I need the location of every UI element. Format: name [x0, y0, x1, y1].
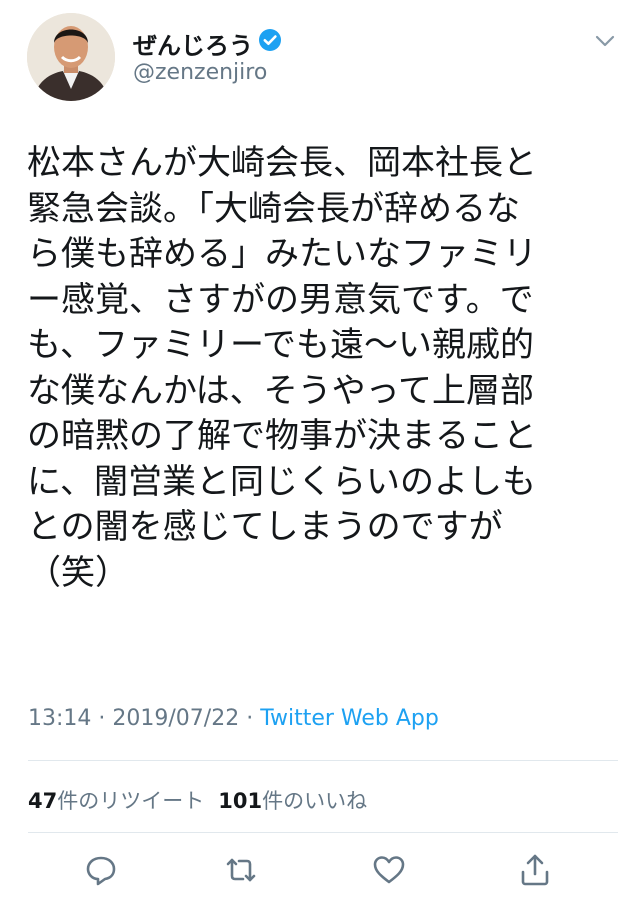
verified-badge-icon [259, 29, 281, 51]
like-count: 101 [218, 789, 263, 813]
author-name[interactable]: ぜんじろう [133, 26, 253, 61]
tweet-text-line: 緊急会談。「大崎会長が辞めるな [27, 188, 520, 229]
avatar-image [27, 13, 115, 101]
tweet-text-line: 松本さんが大崎会長、岡本社長と [27, 143, 537, 183]
tweet-text-line: に、闇営業と同じくらいのよしも [27, 461, 536, 502]
tweet-text-line: （笑） [27, 552, 129, 593]
tweet-text: 松本さんが大崎会長、岡本社長と 緊急会談。「大崎会長が辞めるな ら僕も辞める」みたい… [27, 141, 607, 596]
retweet-count: 47 [28, 789, 58, 813]
author-handle[interactable]: @zenzenjiro [133, 60, 267, 85]
reply-icon [86, 856, 116, 886]
retweets-stat[interactable]: 47件のリツイート [28, 789, 204, 813]
share-icon [521, 854, 549, 886]
like-label: 件のいいね [262, 789, 368, 813]
tweet-date[interactable]: 2019/07/22 [112, 706, 239, 731]
avatar[interactable] [27, 13, 115, 101]
retweet-label: 件のリツイート [57, 789, 205, 813]
retweet-icon [226, 858, 256, 882]
divider [28, 760, 618, 761]
meta-separator: · [91, 706, 113, 731]
tweet-text-line: の暗黙の了解で物事が決まること [27, 416, 537, 456]
tweet-time[interactable]: 13:14 [28, 706, 91, 731]
tweet-text-line: な僕なんかは、そうやって上層部 [27, 370, 534, 411]
reply-button[interactable] [83, 852, 119, 888]
engagement-stats: 47件のリツイート 101件のいいね [28, 785, 367, 815]
like-icon [373, 856, 405, 884]
meta-separator: · [239, 706, 261, 731]
tweet-text-line: も、ファミリーでも遠〜い親戚的 [27, 325, 534, 365]
tweet-text-line: との闇を感じてしまうのですが [27, 507, 503, 547]
chevron-down-icon[interactable] [594, 34, 616, 48]
like-button[interactable] [371, 852, 407, 888]
source-app-link[interactable]: Twitter Web App [260, 706, 439, 731]
likes-stat[interactable]: 101件のいいね [218, 789, 367, 813]
tweet-meta: 13:14 · 2019/07/22 · Twitter Web App [28, 706, 439, 731]
tweet-text-line: ー感覚、さすがの男意気です。で [27, 279, 534, 320]
tweet-text-line: ら僕も辞める」みたいなファミリ [27, 234, 537, 274]
retweet-button[interactable] [223, 852, 259, 888]
divider [28, 832, 618, 833]
share-button[interactable] [517, 852, 553, 888]
